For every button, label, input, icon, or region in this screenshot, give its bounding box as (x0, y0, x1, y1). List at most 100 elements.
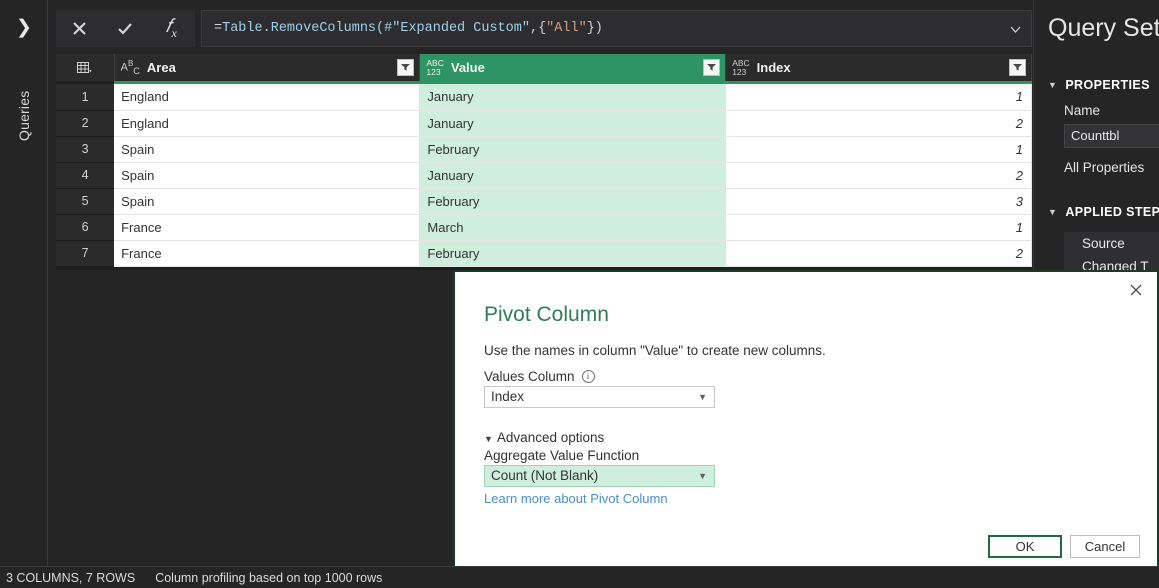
cell-value[interactable]: March (419, 214, 727, 241)
chevron-right-icon[interactable]: ❯ (0, 18, 48, 37)
column-header-area[interactable]: ABC Area (114, 54, 421, 81)
advanced-options-label: Advanced options (496, 430, 605, 445)
abc-123-icon: ABC 123 (426, 57, 444, 77)
table-row[interactable]: 3 Spain February 1 (56, 136, 1032, 163)
pivot-column-dialog: Pivot Column Use the names in column "Va… (453, 270, 1159, 578)
advanced-options-toggle[interactable]: ▼ Advanced options (484, 430, 604, 445)
table-row[interactable]: 6 France March 1 (56, 214, 1032, 241)
info-icon[interactable]: i (581, 370, 595, 383)
cell-value[interactable]: January (419, 84, 727, 111)
status-profiling-note: Column profiling based on top 1000 rows (155, 570, 383, 585)
column-header-label: Value (450, 60, 485, 75)
data-grid: ABC Area ABC 123 Value ABC 123 Index 1 E… (56, 54, 1032, 270)
formula-function: Table.RemoveColumns( (222, 21, 385, 36)
formula-arg-table: #"Expanded Custom" (384, 21, 530, 36)
learn-more-link[interactable]: Learn more about Pivot Column (484, 491, 668, 506)
query-name-input[interactable]: Counttbl (1064, 124, 1159, 148)
close-icon[interactable] (63, 14, 97, 44)
aggregate-function-select[interactable]: Count (Not Blank) ▼ (484, 465, 715, 487)
cell-area[interactable]: France (114, 240, 421, 267)
properties-section-header[interactable]: ▼ PROPERTIES (1048, 78, 1150, 92)
cell-index[interactable]: 1 (725, 84, 1032, 111)
fx-icon[interactable]: 𝑓x (154, 14, 188, 44)
grid-header-row: ABC Area ABC 123 Value ABC 123 Index (56, 54, 1032, 81)
triangle-collapse-icon: ▼ (1048, 207, 1058, 217)
triangle-collapse-icon: ▼ (1048, 80, 1058, 90)
aggregate-function-selected-value: Count (Not Blank) (491, 468, 599, 483)
abc-123-icon: ABC 123 (732, 57, 750, 77)
column-header-index[interactable]: ABC 123 Index (725, 54, 1032, 81)
row-number: 5 (56, 188, 115, 215)
applied-steps-section-label: APPLIED STEP (1065, 205, 1159, 219)
aggregate-function-label: Aggregate Value Function (484, 448, 639, 463)
column-header-value[interactable]: ABC 123 Value (419, 54, 727, 81)
cell-index[interactable]: 2 (725, 162, 1032, 189)
cell-value[interactable]: February (419, 136, 727, 163)
filter-button-index[interactable] (1009, 59, 1026, 76)
status-columns-rows: 3 COLUMNS, 7 ROWS (6, 570, 136, 585)
table-row[interactable]: 2 England January 2 (56, 110, 1032, 137)
cancel-button[interactable]: Cancel (1070, 535, 1140, 558)
name-label: Name (1064, 103, 1101, 118)
row-number: 6 (56, 214, 115, 241)
ok-button[interactable]: OK (988, 535, 1062, 558)
cell-area[interactable]: England (114, 84, 421, 111)
queries-rail-label[interactable]: Queries (0, 56, 48, 176)
cell-index[interactable]: 3 (725, 188, 1032, 215)
formula-prefix: = (214, 21, 223, 36)
table-row[interactable]: 7 France February 2 (56, 240, 1032, 267)
all-properties-link[interactable]: All Properties (1064, 160, 1144, 175)
cell-index[interactable]: 2 (725, 240, 1032, 267)
cell-value[interactable]: January (419, 162, 727, 189)
values-column-selected-value: Index (491, 389, 525, 404)
cell-value[interactable]: February (419, 188, 727, 215)
cell-value[interactable]: January (419, 110, 727, 137)
abc-text-icon: ABC (120, 59, 140, 76)
cell-area[interactable]: France (114, 214, 421, 241)
formula-bar: 𝑓x = Table.RemoveColumns(#"Expanded Cust… (56, 10, 1032, 47)
dialog-title: Pivot Column (484, 303, 609, 326)
chevron-down-icon: ▼ (698, 392, 707, 402)
close-icon[interactable] (1125, 279, 1147, 301)
formula-punct-mid: ,{ (529, 21, 547, 36)
filter-button-value[interactable] (703, 59, 721, 76)
table-row[interactable]: 1 England January 1 (56, 84, 1032, 111)
select-all-table-icon[interactable] (56, 54, 115, 81)
aggregate-function-label-text: Aggregate Value Function (484, 448, 640, 463)
cell-area[interactable]: Spain (114, 162, 421, 189)
properties-section-label: PROPERTIES (1065, 78, 1150, 92)
values-column-label: Values Column (484, 369, 575, 384)
formula-arg-column: "All" (546, 21, 587, 36)
table-row[interactable]: 4 Spain January 2 (56, 162, 1032, 189)
row-number: 4 (56, 162, 115, 189)
status-bar: 3 COLUMNS, 7 ROWS Column profiling based… (0, 566, 1159, 588)
row-number: 2 (56, 110, 115, 137)
dialog-subtitle: Use the names in column "Value" to creat… (484, 343, 826, 358)
filter-button-area[interactable] (397, 59, 415, 76)
query-settings-title: Query Sett (1048, 14, 1159, 42)
values-column-label-group: Values Column i (484, 369, 595, 384)
formula-punct-end: }) (586, 21, 603, 36)
applied-steps-section-header[interactable]: ▼ APPLIED STEP (1048, 205, 1159, 219)
check-icon[interactable] (108, 14, 142, 44)
power-query-editor: ❯ Queries 𝑓x = Table.RemoveColumns(#"Exp… (0, 0, 1159, 588)
row-number: 3 (56, 136, 115, 163)
cell-index[interactable]: 1 (725, 136, 1032, 163)
cell-index[interactable]: 1 (725, 214, 1032, 241)
cell-index[interactable]: 2 (725, 110, 1032, 137)
column-header-label: Index (756, 60, 791, 75)
values-column-select[interactable]: Index ▼ (484, 386, 715, 408)
cell-area[interactable]: Spain (114, 188, 421, 215)
table-row[interactable]: 5 Spain February 3 (56, 188, 1032, 215)
row-number: 7 (56, 240, 115, 267)
applied-step-item[interactable]: Source (1064, 232, 1159, 255)
formula-input[interactable]: = Table.RemoveColumns(#"Expanded Custom"… (201, 10, 1032, 47)
cell-area[interactable]: Spain (114, 136, 421, 163)
queries-rail: ❯ Queries (0, 0, 48, 588)
row-number: 1 (56, 84, 115, 111)
cell-area[interactable]: England (114, 110, 421, 137)
chevron-down-icon[interactable] (1007, 21, 1023, 37)
column-header-label: Area (146, 60, 176, 75)
formula-bar-actions: 𝑓x (56, 10, 195, 47)
cell-value[interactable]: February (419, 240, 727, 267)
